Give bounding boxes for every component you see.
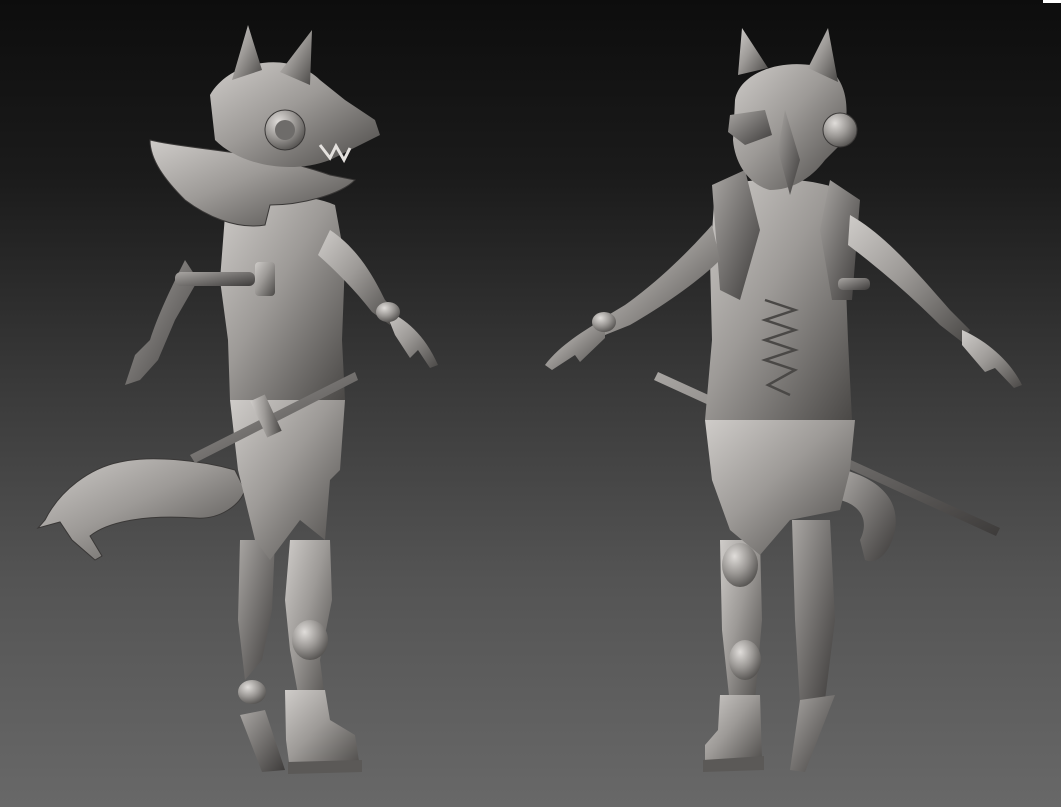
front-wrist-cuff xyxy=(592,312,616,332)
front-knee-pad xyxy=(722,543,758,587)
boot-sole xyxy=(288,760,362,774)
character-back-view xyxy=(36,25,438,774)
torso-vest xyxy=(220,196,345,400)
wrist-cuff xyxy=(376,302,400,322)
wolf-tail xyxy=(36,458,246,561)
front-ear-left xyxy=(738,28,768,75)
front-right-leg xyxy=(792,520,835,705)
front-shin-guard xyxy=(729,640,761,680)
hip-canister xyxy=(238,680,266,704)
sculpt-viewport[interactable] xyxy=(0,0,1061,807)
blade-leg xyxy=(790,695,835,772)
back-device xyxy=(175,272,255,286)
sculpt-canvas xyxy=(36,25,1022,774)
front-left-arm xyxy=(600,225,720,335)
character-front-view xyxy=(545,28,1022,772)
tunic-skirt xyxy=(230,400,345,560)
back-boot-blade xyxy=(240,710,285,772)
side-device xyxy=(838,278,870,290)
back-device-cap xyxy=(255,262,275,296)
back-leg xyxy=(238,540,275,680)
front-headphone xyxy=(822,112,858,148)
front-tunic-skirt xyxy=(705,420,855,555)
front-right-hand xyxy=(962,330,1022,388)
headphone-inner xyxy=(275,120,295,140)
boot xyxy=(285,690,360,770)
knee-pad xyxy=(292,620,328,660)
